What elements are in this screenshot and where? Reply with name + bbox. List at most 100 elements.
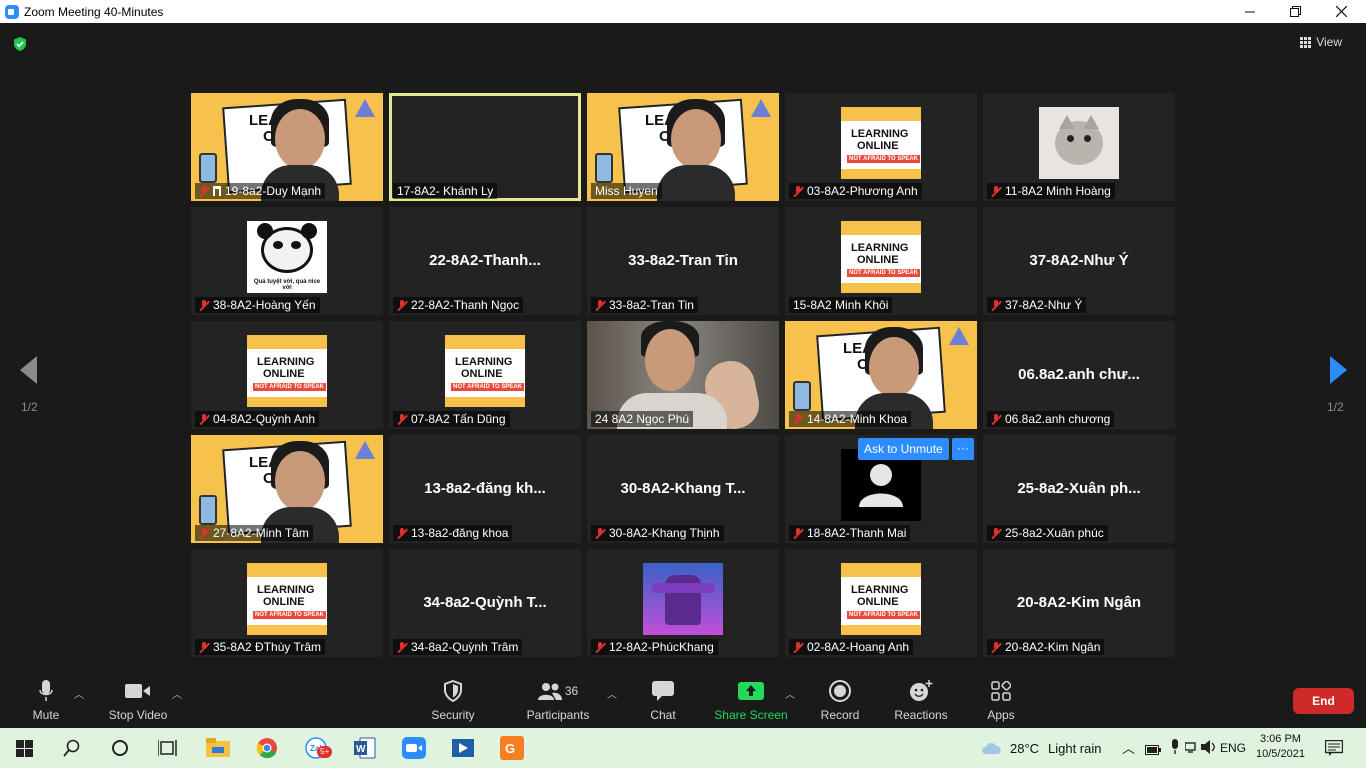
weather-temperature[interactable]: 28°C (1010, 741, 1039, 756)
video-player-icon[interactable] (451, 736, 475, 760)
participant-tile[interactable]: LEARNING ONLINE NOT AFRAID TO SPEAK 15-8A2 … (785, 207, 977, 315)
participant-tile[interactable]: LEARNING ONLINE NOT AFRAID TO SPEAK 07-8A2 … (389, 321, 581, 429)
close-button[interactable] (1318, 0, 1364, 23)
participant-tile[interactable]: 20-8A2-Kim Ngân 20-8A2-Kim Ngân (983, 549, 1175, 657)
participants-count: 36 (564, 684, 579, 698)
title-bar: Zoom Meeting 40-Minutes (0, 0, 1366, 23)
share-screen-button[interactable]: Share Screen (714, 678, 788, 722)
participant-name-label: 25-8a2-Xuân phúc (987, 525, 1108, 541)
participant-tile[interactable]: LEARNING ONLINE NOT AFRAID TO SPEAK 03-8A2-… (785, 93, 977, 201)
chrome-icon[interactable] (255, 736, 279, 760)
zalo-icon[interactable]: Zalo 5+ (305, 736, 333, 760)
search-icon[interactable] (60, 736, 84, 760)
zoom-taskbar-icon[interactable] (402, 736, 426, 760)
video-options-caret-icon[interactable]: ︿ (172, 686, 182, 701)
poster-subtitle: ONLINE (857, 254, 899, 266)
share-options-caret-icon[interactable]: ︿ (785, 686, 795, 701)
participant-tile[interactable]: 11-8A2 Minh Hoàng (983, 93, 1175, 201)
battery-icon[interactable] (1145, 742, 1161, 760)
show-hidden-icons-chevron-icon[interactable]: ︿ (1122, 738, 1135, 757)
system-clock[interactable]: 3:06 PM 10/5/2021 (1256, 732, 1305, 762)
participant-face (275, 109, 325, 169)
foxit-pdf-icon[interactable]: G (500, 736, 524, 760)
participant-tile[interactable]: 17-8A2- Khánh Ly (389, 93, 581, 201)
notifications-icon[interactable] (1324, 739, 1344, 761)
participant-display-name: 33-8a2-Tran Tin (628, 252, 738, 269)
audio-options-caret-icon[interactable]: ︿ (74, 686, 84, 701)
mute-label: Mute (32, 708, 60, 722)
maximize-button[interactable] (1272, 0, 1318, 23)
muted-mic-icon (397, 299, 407, 311)
participant-name-label: 15-8A2 Minh Khôi (789, 297, 893, 313)
participant-tile[interactable]: LEARNING ONLINE NOT AFRAID TO SPEAK 02-8A2-… (785, 549, 977, 657)
participant-tile[interactable]: 33-8a2-Tran Tin 33-8a2-Tran Tin (587, 207, 779, 315)
previous-page-arrow-icon[interactable] (20, 356, 37, 384)
microphone-tray-icon[interactable] (1170, 739, 1180, 760)
meeting-toolbar: Mute ︿ Stop Video ︿ Security 36 Particip… (0, 668, 1366, 728)
participant-tile[interactable]: LEARNINGONLINE14-8A2-Minh Khoa (785, 321, 977, 429)
profile-picture: Quá tuyệt vời, quá nice vời (247, 221, 327, 293)
phone-decoration-icon (793, 381, 811, 411)
weather-description[interactable]: Light rain (1048, 741, 1101, 756)
security-button[interactable]: Security (426, 678, 480, 722)
participant-name: 15-8A2 Minh Khôi (793, 298, 889, 312)
participant-tile[interactable]: LEARNING ONLINE NOT AFRAID TO SPEAK 04-8A2-… (191, 321, 383, 429)
word-icon[interactable]: W (353, 736, 377, 760)
next-page-arrow-icon[interactable] (1330, 356, 1347, 384)
participant-tile[interactable]: LEARNINGONLINE27-8A2-Minh Tâm (191, 435, 383, 543)
microphone-icon (39, 680, 53, 701)
svg-text:G: G (505, 741, 515, 756)
profile-picture: LEARNING ONLINE NOT AFRAID TO SPEAK (247, 335, 327, 407)
participant-name-label: 11-8A2 Minh Hoàng (987, 183, 1115, 199)
participant-tile[interactable]: 24 8A2 Ngọc Phú (587, 321, 779, 429)
reactions-button[interactable]: Reactions (892, 678, 950, 722)
participant-name-label: 34-8a2-Quỳnh Trâm (393, 639, 523, 655)
end-meeting-button[interactable]: End (1293, 688, 1354, 714)
participant-tile[interactable]: 25-8a2-Xuân ph... 25-8a2-Xuân phúc (983, 435, 1175, 543)
participant-tile[interactable]: Quá tuyệt vời, quá nice vời 38-8A2-Hoàng … (191, 207, 383, 315)
chat-button[interactable]: Chat (646, 678, 680, 722)
participant-name-label: Miss Huyen (591, 183, 662, 199)
participant-tile[interactable]: 30-8A2-Khang T... 30-8A2-Khang Thịnh (587, 435, 779, 543)
participant-tile[interactable]: 12-8A2-PhúcKhang (587, 549, 779, 657)
more-options-button[interactable]: ··· (952, 438, 974, 460)
participant-tile[interactable]: 06.8a2.anh chư... 06.8a2.anh chương (983, 321, 1175, 429)
participant-tile[interactable]: 34-8a2-Quỳnh T... 34-8a2-Quỳnh Trâm (389, 549, 581, 657)
minimize-button[interactable] (1227, 0, 1273, 23)
participants-button[interactable]: 36 Participants (522, 678, 594, 722)
volume-icon[interactable] (1201, 740, 1217, 759)
ask-to-unmute-button[interactable]: Ask to Unmute (858, 438, 949, 460)
participant-name-label: 30-8A2-Khang Thịnh (591, 525, 724, 541)
muted-mic-icon (199, 641, 209, 653)
participant-tile[interactable]: LEARNINGONLINEMiss Huyen (587, 93, 779, 201)
participant-name-label: 04-8A2-Quỳnh Anh (195, 411, 320, 427)
apps-button[interactable]: Apps (984, 678, 1018, 722)
record-button[interactable]: Record (818, 678, 862, 722)
star-decoration-icon (949, 327, 969, 345)
apps-label: Apps (987, 708, 1015, 722)
windows-start-icon[interactable] (12, 736, 36, 760)
apps-icon (991, 681, 1011, 701)
muted-mic-icon (595, 299, 605, 311)
poster-tagline: NOT AFRAID TO SPEAK (847, 155, 921, 163)
task-view-icon[interactable] (156, 736, 180, 760)
cortana-icon[interactable] (108, 736, 132, 760)
network-icon[interactable] (1184, 740, 1201, 759)
participant-name: 07-8A2 Tấn Dũng (411, 412, 506, 426)
participants-options-caret-icon[interactable]: ︿ (607, 686, 617, 701)
input-language[interactable]: ENG (1220, 741, 1246, 755)
file-explorer-icon[interactable] (206, 736, 230, 760)
participant-tile[interactable]: 13-8a2-đăng kh... 13-8a2-đăng khoa (389, 435, 581, 543)
participant-name-label: 22-8A2-Thanh Ngọc (393, 297, 524, 313)
stop-video-button[interactable]: Stop Video (104, 678, 172, 722)
participant-tile[interactable]: 22-8A2-Thanh... 22-8A2-Thanh Ngọc (389, 207, 581, 315)
participant-tile[interactable]: LEARNING ONLINE NOT AFRAID TO SPEAK 35-8A2 … (191, 549, 383, 657)
mute-button[interactable]: Mute (26, 678, 66, 722)
view-button[interactable]: View (1300, 35, 1342, 49)
security-shield-icon[interactable] (12, 36, 28, 52)
security-icon (444, 680, 462, 702)
poster-tagline: NOT AFRAID TO SPEAK (253, 611, 327, 619)
participant-tile[interactable]: 37-8A2-Như Ý 37-8A2-Như Ý (983, 207, 1175, 315)
weather-cloud-icon[interactable] (981, 740, 1003, 761)
participant-tile[interactable]: LEARNINGONLINE19-8a2-Duy Mạnh (191, 93, 383, 201)
